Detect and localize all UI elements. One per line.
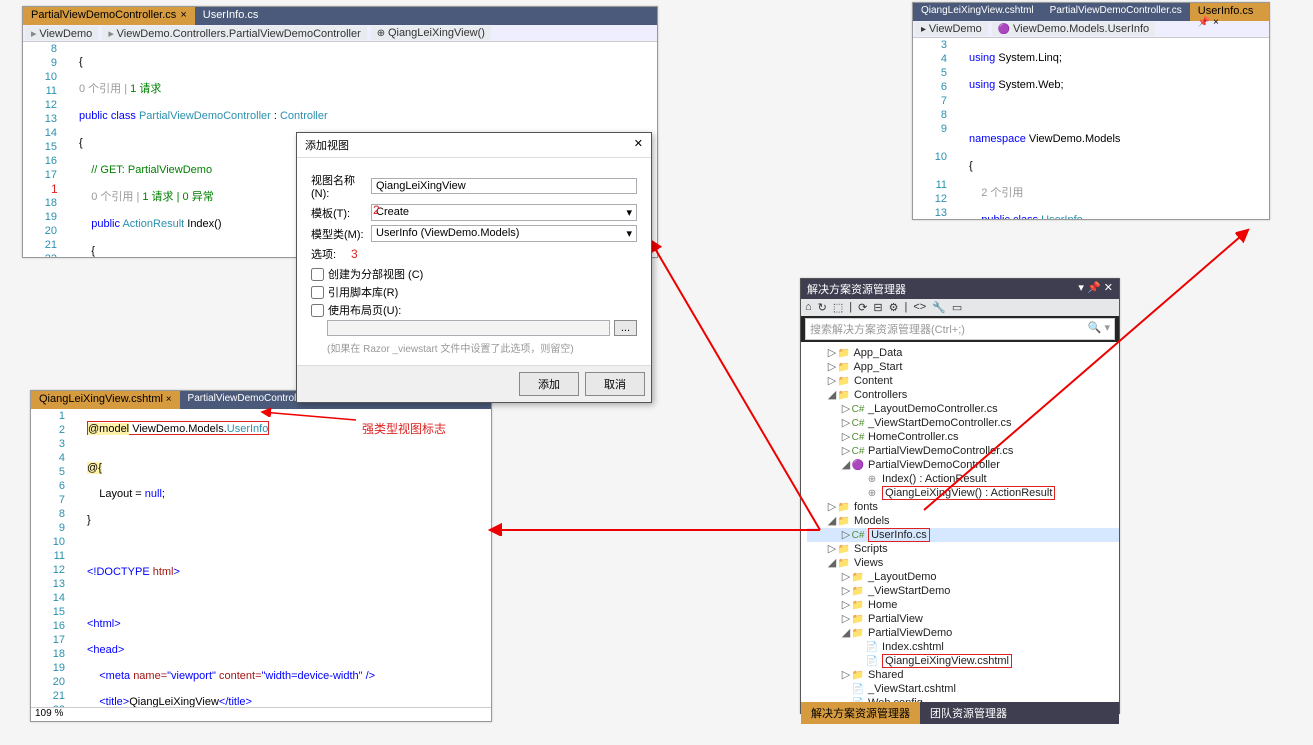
tree-node[interactable]: 📄 QiangLeiXingView.cshtml (807, 654, 1119, 668)
code-area[interactable]: @model ViewDemo.Models.UserInfo @{ Layou… (69, 409, 451, 707)
tree-node[interactable]: ◢📁 PartialViewDemo (807, 626, 1119, 640)
editor-panel-userinfo: QiangLeiXingView.cshtml PartialViewDemoC… (912, 2, 1270, 220)
annotation-1: 1 (51, 182, 58, 196)
tree-node[interactable]: 📄 _ViewStart.cshtml (807, 682, 1119, 696)
tab-solution-explorer[interactable]: 解决方案资源管理器 (801, 702, 920, 724)
chk-layout[interactable] (311, 304, 324, 317)
add-button[interactable]: 添加 (519, 372, 579, 396)
tab-controller[interactable]: PartialViewDemoController.cs× (23, 7, 195, 25)
tab-view[interactable]: QiangLeiXingView.cshtml (913, 3, 1042, 21)
annotation-3: 3 (351, 247, 358, 261)
tabstrip: PartialViewDemoController.cs× UserInfo.c… (23, 7, 657, 25)
line-gutter: 1234567891011121314151617181920212223242… (31, 409, 69, 707)
browse-button[interactable]: ... (614, 320, 637, 336)
crumb-class[interactable]: ▸ ViewDemo.Controllers.PartialViewDemoCo… (102, 26, 366, 40)
breadcrumb: ▸ ViewDemo ▸ ViewDemo.Controllers.Partia… (23, 25, 657, 42)
cancel-button[interactable]: 取消 (585, 372, 645, 396)
tab-team-explorer[interactable]: 团队资源管理器 (920, 702, 1017, 724)
props-icon[interactable]: ⚙ (889, 301, 899, 314)
tree-node[interactable]: 📄 Index.cshtml (807, 640, 1119, 654)
model-class-combo[interactable]: UserInfo (ViewDemo.Models)▾ (371, 225, 637, 242)
tree-node[interactable]: ◢📁 Views (807, 556, 1119, 570)
tree-node[interactable]: ▷📁 _ViewStartDemo (807, 584, 1119, 598)
nav-icon[interactable]: ⬚ (833, 301, 843, 314)
layout-path-input (327, 320, 610, 336)
tree-node[interactable]: ▷📁 _LayoutDemo (807, 570, 1119, 584)
tab-controller[interactable]: PartialViewDemoController.cs (1042, 3, 1190, 21)
code-area[interactable]: using System.Linq; using System.Web; nam… (951, 38, 1143, 219)
crumb-class[interactable]: 🟣 ViewDemo.Models.UserInfo (992, 22, 1155, 36)
line-gutter: 345678910111213 (913, 38, 951, 219)
tree-node[interactable]: ▷📁 Shared (807, 668, 1119, 682)
tree-node[interactable]: ▷📁 PartialView (807, 612, 1119, 626)
tabstrip: QiangLeiXingView.cshtml PartialViewDemoC… (913, 3, 1269, 21)
chevron-down-icon: ▾ (626, 227, 632, 240)
layout-hint: (如果在 Razor _viewstart 文件中设置了此选项，则留空) (327, 340, 637, 355)
chk-script[interactable] (311, 286, 324, 299)
tree-node[interactable]: ▷📁 Home (807, 598, 1119, 612)
label-modelclass: 模型类(M): (311, 226, 371, 242)
annotation-2: 2 (373, 203, 380, 217)
tree-node[interactable]: ▷C# UserInfo.cs (807, 528, 1119, 542)
label-options: 选项: (311, 246, 371, 262)
tree-node[interactable]: ▷📁 Scripts (807, 542, 1119, 556)
close-icon[interactable]: ✕ (634, 137, 643, 153)
add-view-dialog: 添加视图 ✕ 视图名称(N): 模板(T):2Create▾ 模型类(M):Use… (296, 132, 652, 403)
code-area[interactable]: { 0 个引用 | 1 请求 public class PartialViewD… (61, 42, 328, 257)
tab-userinfo[interactable]: UserInfo.cs 📌 × (1190, 3, 1269, 21)
crumb-project[interactable]: ▸ ViewDemo (25, 26, 98, 40)
dialog-title: 添加视图 (305, 137, 349, 153)
status-zoom: 109 % (31, 707, 491, 719)
se-bottom-tabs: 解决方案资源管理器 团队资源管理器 (801, 702, 1119, 724)
editor-panel-view: QiangLeiXingView.cshtml × PartialViewDem… (30, 390, 492, 722)
sync-icon[interactable]: ⟳ (858, 301, 867, 314)
template-combo[interactable]: Create▾ (371, 204, 637, 221)
chk-partial[interactable] (311, 268, 324, 281)
label-template: 模板(T): (311, 205, 371, 221)
annotation-strongtype: 强类型视图标志 (362, 420, 446, 437)
chevron-down-icon: ▾ (626, 206, 632, 219)
collapse-icon[interactable]: ⊟ (873, 301, 882, 314)
label-viewname: 视图名称(N): (311, 172, 371, 200)
tab-userinfo[interactable]: UserInfo.cs (195, 7, 267, 25)
line-gutter: 891011121314151617181920212223 (23, 42, 61, 257)
view-name-input[interactable] (371, 178, 637, 194)
tab-view[interactable]: QiangLeiXingView.cshtml × (31, 391, 180, 409)
crumb-project[interactable]: ▸ ViewDemo (915, 22, 988, 36)
crumb-method[interactable]: ⊕ QiangLeiXingView() (371, 26, 491, 40)
